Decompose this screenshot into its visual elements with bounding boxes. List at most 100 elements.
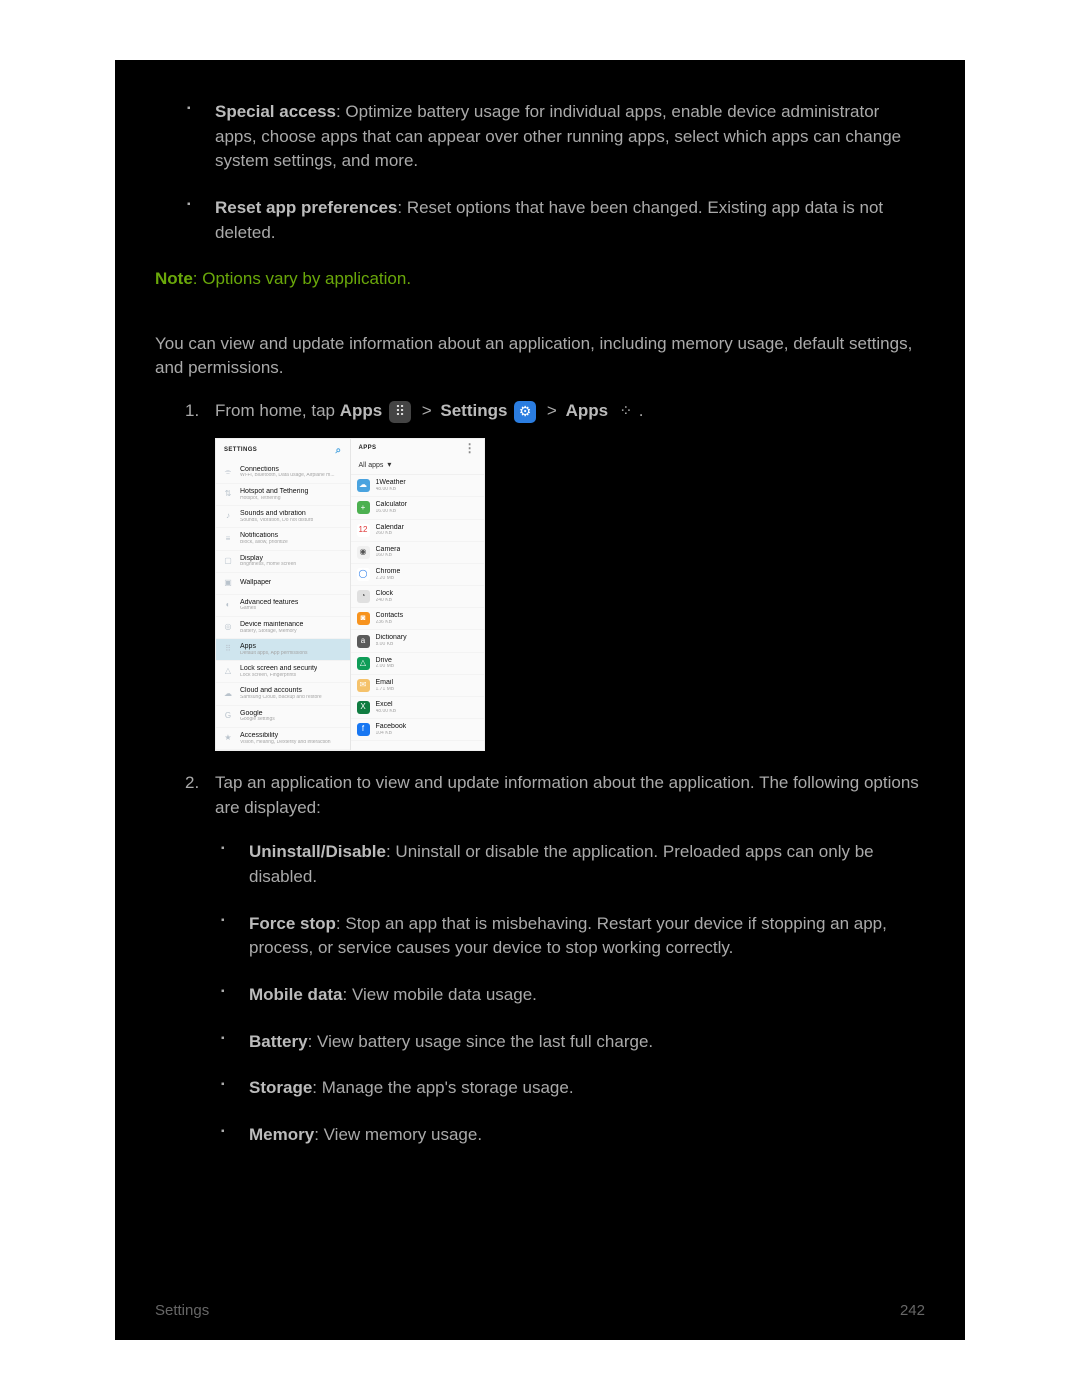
settings-row[interactable]: ⌯ConnectionsWi-Fi, Bluetooth, Data usage… [216, 462, 350, 484]
row-title: Lock screen and security [240, 665, 317, 673]
more-icon[interactable]: ⋮ [464, 445, 476, 451]
step-text: Tap an application to view and update in… [215, 773, 919, 817]
row-subtitle: Google settings [240, 717, 275, 723]
app-size: 1.71 MB [376, 687, 395, 693]
app-size: 236 KB [376, 620, 404, 626]
row-subtitle: Wi-Fi, Bluetooth, Data usage, Airplane m… [240, 473, 335, 479]
note-line: Note: Options vary by application. [155, 267, 925, 292]
chevron-icon: > [547, 401, 557, 420]
app-size: 48.00 KB [376, 487, 406, 493]
row-icon: ☁ [222, 688, 234, 701]
row-subtitle: Lock screen, Fingerprints [240, 673, 317, 679]
app-row[interactable]: ◯Chrome2.20 MB [351, 564, 485, 586]
row-title: Apps [240, 643, 308, 651]
app-row[interactable]: XExcel48.00 KB [351, 697, 485, 719]
option-label: Uninstall/Disable [249, 842, 386, 861]
app-row[interactable]: ◙ Contacts236 KB [351, 608, 485, 630]
settings-row[interactable]: ≡NotificationsBlock, allow, prioritize [216, 528, 350, 550]
row-title: Display [240, 555, 296, 563]
app-row[interactable]: ☁1Weather48.00 KB [351, 475, 485, 497]
settings-row[interactable]: GGoogleGoogle settings [216, 706, 350, 728]
app-size: 2.20 MB [376, 576, 401, 582]
apps-label: Apps [566, 401, 609, 420]
option-text: : View memory usage. [314, 1125, 482, 1144]
option-battery: Battery: View battery usage since the la… [249, 1030, 925, 1055]
row-icon: ◐ [222, 599, 234, 612]
row-subtitle: Block, allow, prioritize [240, 540, 288, 546]
app-icon: X [357, 701, 370, 714]
option-memory: Memory: View memory usage. [249, 1123, 925, 1148]
app-row[interactable]: ◔Clock240 KB [351, 586, 485, 608]
app-icon: △ [357, 657, 370, 670]
settings-row[interactable]: △Lock screen and securityLock screen, Fi… [216, 661, 350, 683]
period: . [639, 401, 644, 420]
row-icon: ★ [222, 732, 234, 745]
top-bullet-list: Special access: Optimize battery usage f… [155, 100, 925, 245]
settings-pane: SETTINGS ⌕ ⌯ConnectionsWi-Fi, Bluetooth,… [216, 439, 351, 750]
option-mobile-data: Mobile data: View mobile data usage. [249, 983, 925, 1008]
option-text: : View battery usage since the last full… [308, 1032, 654, 1051]
settings-row[interactable]: ◐Advanced featuresGames [216, 595, 350, 617]
filter-label: All apps [359, 462, 384, 470]
app-title: 1Weather [376, 479, 406, 487]
option-label: Storage [249, 1078, 312, 1097]
row-icon: ▢ [222, 555, 234, 568]
app-title: Contacts [376, 612, 404, 620]
row-icon: ⇅ [222, 488, 234, 501]
row-title: Cloud and accounts [240, 687, 322, 695]
app-row[interactable]: aDictionary8.00 KB [351, 630, 485, 652]
app-icon: a [357, 635, 370, 648]
app-icon: ◯ [357, 568, 370, 581]
apps-screenshot: SETTINGS ⌕ ⌯ConnectionsWi-Fi, Bluetooth,… [215, 438, 485, 751]
settings-row[interactable]: ◎Device maintenanceBattery, Storage, Mem… [216, 617, 350, 639]
row-title: Connections [240, 466, 335, 474]
row-title: Notifications [240, 532, 288, 540]
settings-row[interactable]: ⠿AppsDefault apps, App permissions [216, 639, 350, 661]
app-row[interactable]: ◉Camera160 KB [351, 542, 485, 564]
apps-pane: APPS ⋮ All apps ▾ ☁1Weather48.00 KB+Calc… [351, 439, 485, 750]
settings-row[interactable]: ★AccessibilityVision, Hearing, Dexterity… [216, 728, 350, 750]
settings-row[interactable]: ♪Sounds and vibrationSounds, Vibration, … [216, 506, 350, 528]
app-row[interactable]: fFacebook104 KB [351, 719, 485, 741]
app-title: Clock [376, 590, 394, 598]
app-icon: ◙ [357, 612, 370, 625]
row-subtitle: Default apps, App permissions [240, 651, 308, 657]
option-force-stop: Force stop: Stop an app that is misbehav… [249, 912, 925, 961]
row-subtitle: Sounds, Vibration, Do not disturb [240, 518, 313, 524]
settings-gear-icon: ⚙ [514, 401, 536, 423]
row-subtitle: Brightness, Home screen [240, 562, 296, 568]
option-label: Battery [249, 1032, 308, 1051]
apps-filter[interactable]: All apps ▾ [351, 457, 485, 475]
settings-label: Settings [440, 401, 507, 420]
app-row[interactable]: △Drive2.00 MB [351, 653, 485, 675]
option-text: : Stop an app that is misbehaving. Resta… [249, 914, 887, 958]
option-label: Mobile data [249, 985, 343, 1004]
option-storage: Storage: Manage the app's storage usage. [249, 1076, 925, 1101]
app-row[interactable]: 12Calendar260 KB [351, 520, 485, 542]
note-label: Note [155, 269, 193, 288]
row-title: Hotspot and Tethering [240, 488, 308, 496]
row-icon: G [222, 710, 234, 723]
steps-list: 1. From home, tap Apps ⠿ > Settings ⚙ > … [155, 399, 925, 1147]
footer-page-number: 242 [900, 1300, 925, 1322]
footer-section: Settings [155, 1300, 209, 1322]
app-row[interactable]: +Calculator16.00 KB [351, 497, 485, 519]
option-text: : Manage the app's storage usage. [312, 1078, 573, 1097]
settings-row[interactable]: ☁Cloud and accountsSamsung Cloud, Backup… [216, 683, 350, 705]
settings-row[interactable]: ▢ DisplayBrightness, Home screen [216, 551, 350, 573]
option-text: : View mobile data usage. [343, 985, 537, 1004]
settings-row[interactable]: ⇅Hotspot and TetheringHotspot, Tethering [216, 484, 350, 506]
row-title: Accessibility [240, 732, 331, 740]
search-icon[interactable]: ⌕ [336, 445, 342, 456]
settings-header-title: SETTINGS [224, 447, 257, 454]
app-row[interactable]: ✉Email1.71 MB [351, 675, 485, 697]
step-2: 2. Tap an application to view and update… [215, 771, 925, 1147]
app-size: 104 KB [376, 731, 407, 737]
bullet-label: Special access [215, 102, 336, 121]
option-label: Memory [249, 1125, 314, 1144]
bullet-reset-app-prefs: Reset app preferences: Reset options tha… [215, 196, 925, 245]
apps-header: APPS ⋮ [351, 439, 485, 458]
step-number: 1. [185, 399, 199, 424]
options-list: Uninstall/Disable: Uninstall or disable … [215, 840, 925, 1147]
settings-row[interactable]: ▣Wallpaper [216, 573, 350, 595]
